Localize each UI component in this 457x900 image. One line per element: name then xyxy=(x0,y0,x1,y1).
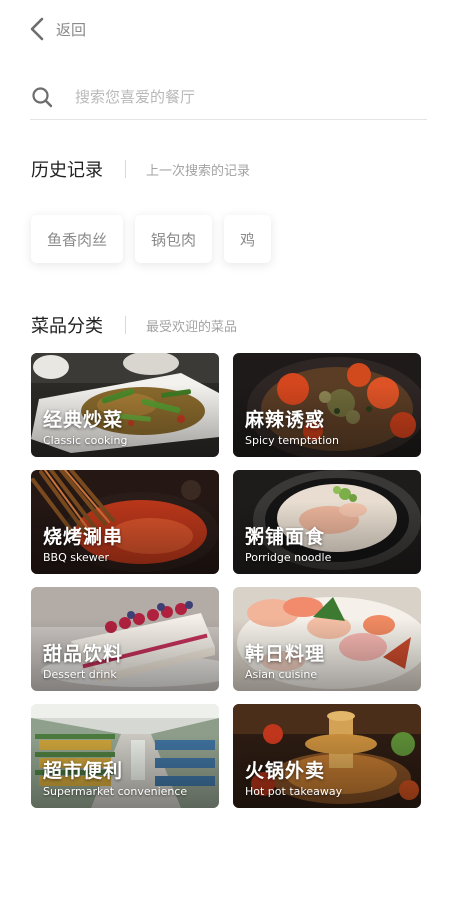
history-subtitle: 上一次搜索的记录 xyxy=(146,163,251,179)
history-divider xyxy=(125,160,126,178)
search-bar xyxy=(30,74,427,120)
category-card-subtitle: Classic cooking xyxy=(43,434,128,447)
top-bar: 返回 xyxy=(0,0,457,58)
category-card-subtitle: Spicy temptation xyxy=(245,434,339,447)
chevron-left-icon xyxy=(30,17,44,41)
category-card-classic-cooking[interactable]: 经典炒菜 Classic cooking xyxy=(31,353,219,457)
category-card-title: 烧烤涮串 xyxy=(43,526,124,548)
category-card-subtitle: BBQ skewer xyxy=(43,551,110,564)
category-card-title: 超市便利 xyxy=(43,760,124,782)
category-card-porridge-noodle[interactable]: 粥铺面食 Porridge noodle xyxy=(233,470,421,574)
category-card-dessert-drink[interactable]: 甜品饮料 Dessert drink xyxy=(31,587,219,691)
search-input[interactable] xyxy=(75,87,395,106)
back-label: 返回 xyxy=(56,20,87,39)
history-chip[interactable]: 鸡 xyxy=(224,215,272,263)
history-chip[interactable]: 锅包肉 xyxy=(135,215,213,263)
category-subtitle: 最受欢迎的菜品 xyxy=(146,319,238,335)
category-card-subtitle: Hot pot takeaway xyxy=(245,785,343,798)
category-card-subtitle: Asian cuisine xyxy=(245,668,318,681)
category-card-supermarket-convenience[interactable]: 超市便利 Supermarket convenience xyxy=(31,704,219,808)
category-card-title: 经典炒菜 xyxy=(43,409,124,431)
category-title: 菜品分类 xyxy=(31,316,103,337)
category-card-subtitle: Dessert drink xyxy=(43,668,117,681)
category-card-title: 甜品饮料 xyxy=(43,643,124,665)
history-chip[interactable]: 鱼香肉丝 xyxy=(31,215,124,263)
category-card-hot-pot-takeaway[interactable]: 火锅外卖 Hot pot takeaway xyxy=(233,704,421,808)
category-card-title: 火锅外卖 xyxy=(245,760,326,782)
category-divider xyxy=(125,316,126,334)
category-card-title: 粥铺面食 xyxy=(245,526,326,548)
back-button[interactable]: 返回 xyxy=(28,14,86,44)
category-card-bbq-skewer[interactable]: 烧烤涮串 BBQ skewer xyxy=(31,470,219,574)
category-header: 菜品分类 最受欢迎的菜品 xyxy=(31,312,237,338)
history-title: 历史记录 xyxy=(31,160,103,181)
search-icon xyxy=(32,86,53,107)
category-grid: 经典炒菜 Classic cooking 麻辣诱惑 Spicy temptati… xyxy=(31,353,421,808)
category-card-title: 韩日料理 xyxy=(245,643,326,665)
category-card-spicy-temptation[interactable]: 麻辣诱惑 Spicy temptation xyxy=(233,353,421,457)
history-header: 历史记录 上一次搜索的记录 xyxy=(31,156,250,182)
category-card-subtitle: Porridge noodle xyxy=(245,551,332,564)
history-chip-list: 鱼香肉丝 锅包肉 鸡 xyxy=(31,215,272,263)
category-card-asian-cuisine[interactable]: 韩日料理 Asian cuisine xyxy=(233,587,421,691)
category-card-subtitle: Supermarket convenience xyxy=(43,785,188,798)
category-card-title: 麻辣诱惑 xyxy=(245,409,326,431)
